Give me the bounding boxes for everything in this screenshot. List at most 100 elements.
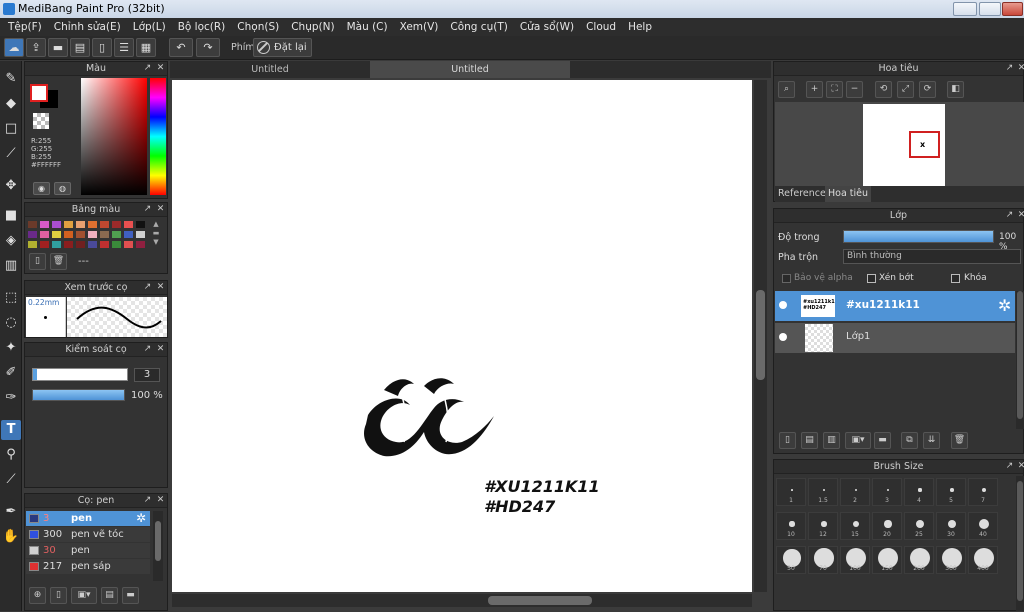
palette-wheel-icon[interactable]: ◉ xyxy=(33,182,50,195)
tab-navigator[interactable]: Hoa tiêu xyxy=(825,186,872,202)
palette-swatch[interactable] xyxy=(76,221,85,228)
palette-swatch[interactable] xyxy=(124,241,133,248)
brush-size-item[interactable]: 20 xyxy=(872,512,902,540)
merge-layer-icon[interactable]: ⇊ xyxy=(923,432,940,449)
brush-size-item[interactable]: 10 xyxy=(776,512,806,540)
menu-item[interactable]: Tệp(F) xyxy=(2,21,48,33)
palette-swatch[interactable] xyxy=(112,241,121,248)
reset-button[interactable]: Đặt lại xyxy=(253,38,312,57)
text-tool-icon[interactable]: T xyxy=(1,420,21,440)
brush-size-item[interactable]: 100 xyxy=(840,546,870,574)
new-brush-icon[interactable]: ▯ xyxy=(50,587,67,604)
brush-list-item[interactable]: 3 pen ✲ xyxy=(26,511,150,526)
brush-size-item[interactable]: 12 xyxy=(808,512,838,540)
brush-list-scrollbar[interactable] xyxy=(153,511,163,581)
list-icon[interactable]: ☰ xyxy=(114,38,134,57)
new-layer-icon[interactable]: ▯ xyxy=(779,432,796,449)
canvas-paper[interactable]: #XU1211K11 #HD247 xyxy=(172,80,752,592)
grid-icon[interactable]: ▦ xyxy=(136,38,156,57)
brush-size-value[interactable]: 3 xyxy=(134,368,160,382)
palette-swatch[interactable] xyxy=(136,221,145,228)
palette-swatch[interactable] xyxy=(64,221,73,228)
eye-icon[interactable] xyxy=(779,301,787,309)
menu-item[interactable]: Chọn(S) xyxy=(231,21,285,33)
redo-icon[interactable]: ↷ xyxy=(196,38,220,57)
menu-item[interactable]: Xem(V) xyxy=(394,21,445,33)
menu-item[interactable]: Chụp(N) xyxy=(285,21,340,33)
palette-swatch[interactable] xyxy=(124,221,133,228)
brush-size-item[interactable]: 300 xyxy=(936,546,966,574)
add-brush-icon[interactable]: ⊕ xyxy=(29,587,46,604)
new-halftone-layer-icon[interactable]: ▤ xyxy=(801,432,818,449)
canvas-vertical-scrollbar[interactable] xyxy=(754,80,767,592)
rotate-right-icon[interactable]: ⟳ xyxy=(919,81,936,98)
reset-view-icon[interactable]: ⤢ xyxy=(897,81,914,98)
hue-slider[interactable] xyxy=(150,78,166,195)
layer-row[interactable]: #xu1211k11 #HD247 #xu1211k11 ✲ xyxy=(775,291,1015,321)
transparent-color-swatch[interactable] xyxy=(33,113,49,129)
magic-wand-tool-icon[interactable]: ✦ xyxy=(1,338,21,358)
menu-item[interactable]: Help xyxy=(622,21,658,33)
shape-tool-icon[interactable]: □ xyxy=(1,119,21,139)
brush-size-item[interactable]: 70 xyxy=(808,546,838,574)
tab-untitled-1[interactable]: Untitled xyxy=(170,61,370,78)
flip-icon[interactable]: ◧ xyxy=(947,81,964,98)
menu-item[interactable]: Cửa sổ(W) xyxy=(514,21,580,33)
close-icon[interactable]: ✕ xyxy=(156,64,165,73)
brush-size-item[interactable]: 30 xyxy=(936,512,966,540)
palette-swatch[interactable] xyxy=(100,241,109,248)
delete-layer-icon[interactable]: 🗑 xyxy=(951,432,968,449)
brush-size-item[interactable]: 2 xyxy=(840,478,870,506)
palette-swatch[interactable] xyxy=(88,231,97,238)
palette-swatch[interactable] xyxy=(28,241,37,248)
comment-icon[interactable]: ▬ xyxy=(48,38,68,57)
select-eraser-tool-icon[interactable]: ✑ xyxy=(1,388,21,408)
close-icon[interactable]: ✕ xyxy=(1017,462,1024,471)
layer-list-scrollbar[interactable] xyxy=(1016,291,1024,429)
brush-size-slider[interactable] xyxy=(32,368,128,381)
eyedropper-tool-icon[interactable]: ✒ xyxy=(1,502,21,522)
palette-scroll[interactable]: ▲ ▬ ▼ xyxy=(151,220,161,248)
palette-swatch[interactable] xyxy=(76,231,85,238)
canvas-horizontal-scrollbar[interactable] xyxy=(172,594,752,607)
close-icon[interactable]: ✕ xyxy=(156,345,165,354)
menu-item[interactable]: Công cụ(T) xyxy=(444,21,513,33)
maximize-button[interactable] xyxy=(979,2,1001,16)
layer-row[interactable]: Lớp1 xyxy=(775,323,1015,353)
menu-item[interactable]: Màu (C) xyxy=(341,21,394,33)
menu-item[interactable]: Cloud xyxy=(580,21,622,33)
zoom-search-icon[interactable]: ⌕ xyxy=(778,81,795,98)
brush-menu-icon[interactable]: ▣▾ xyxy=(71,587,97,604)
color-set-icon[interactable]: ◍ xyxy=(54,182,71,195)
close-button[interactable] xyxy=(1002,2,1023,16)
hand-tool-icon[interactable]: ✋ xyxy=(1,527,21,547)
palette-swatch[interactable] xyxy=(136,241,145,248)
fit-screen-icon[interactable]: ⛶ xyxy=(826,81,843,98)
brush-size-item[interactable]: 1 xyxy=(776,478,806,506)
share-icon[interactable]: ⇪ xyxy=(26,38,46,57)
new-palette-icon[interactable]: ▯ xyxy=(29,253,46,270)
undo-icon[interactable]: ↶ xyxy=(169,38,193,57)
float-icon[interactable]: ↗ xyxy=(143,283,152,292)
cloud-icon[interactable]: ☁ xyxy=(4,38,24,57)
brush-opacity-slider[interactable] xyxy=(32,389,125,401)
layer-opacity-slider[interactable] xyxy=(843,230,994,243)
move-tool-icon[interactable]: ✥ xyxy=(1,176,21,196)
close-icon[interactable]: ✕ xyxy=(1017,64,1024,73)
eraser-tool-icon[interactable]: ◆ xyxy=(1,94,21,114)
palette-swatch[interactable] xyxy=(88,221,97,228)
brush-size-item[interactable]: 150 xyxy=(872,546,902,574)
palette-swatch[interactable] xyxy=(52,231,61,238)
minimize-button[interactable] xyxy=(953,2,977,16)
rotate-left-icon[interactable]: ⟲ xyxy=(875,81,892,98)
float-icon[interactable]: ↗ xyxy=(143,345,152,354)
float-icon[interactable]: ↗ xyxy=(1005,211,1014,220)
duplicate-layer-icon[interactable]: ⧉ xyxy=(901,432,918,449)
palette-swatch[interactable] xyxy=(100,221,109,228)
float-icon[interactable]: ↗ xyxy=(143,64,152,73)
brush-size-item[interactable]: 3 xyxy=(872,478,902,506)
gradient-tool-icon[interactable]: ▥ xyxy=(1,256,21,276)
brush-document-icon[interactable]: ▤ xyxy=(101,587,118,604)
lock-checkbox[interactable] xyxy=(951,274,960,283)
brush-folder-icon[interactable]: ▬ xyxy=(122,587,139,604)
